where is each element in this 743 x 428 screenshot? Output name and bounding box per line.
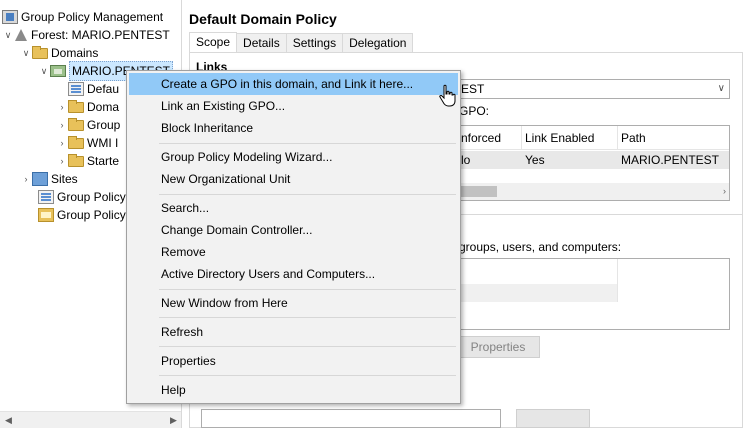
tree-item-label: Starte xyxy=(87,154,120,168)
menu-separator xyxy=(159,194,456,195)
tree-item-label: Group Policy xyxy=(57,208,126,222)
gpo-links-label: GPO: xyxy=(459,104,490,118)
menu-separator xyxy=(159,143,456,144)
menu-separator xyxy=(159,346,456,347)
chevron-down-icon[interactable]: ∨ xyxy=(718,80,725,98)
open-button[interactable] xyxy=(516,409,590,428)
menu-item-properties[interactable]: Properties xyxy=(129,350,458,372)
properties-button[interactable]: Properties xyxy=(456,336,540,358)
dropdown-value: EST xyxy=(461,82,485,96)
folder-icon xyxy=(68,154,84,167)
results-icon xyxy=(38,208,54,222)
tree-item-child[interactable]: › WMI I xyxy=(56,134,118,152)
tree-item-child[interactable]: › Group xyxy=(56,116,120,134)
mouse-cursor-icon xyxy=(439,84,456,107)
tree-item-label: Group Policy Management xyxy=(21,10,164,24)
tree-item-label: Sites xyxy=(51,172,78,186)
scroll-left-icon[interactable]: ◀ xyxy=(0,412,17,428)
menu-item-link-existing-gpo[interactable]: Link an Existing GPO... xyxy=(129,95,458,117)
scroll-right-icon[interactable]: ▶ xyxy=(165,412,181,428)
menu-item-remove[interactable]: Remove xyxy=(129,241,458,263)
table-cell: Yes xyxy=(525,153,545,167)
menu-item-search[interactable]: Search... xyxy=(129,197,458,219)
column-header[interactable]: Path xyxy=(617,126,646,150)
table-cell: MARIO.PENTEST xyxy=(621,153,720,167)
chevron-right-icon[interactable]: › xyxy=(20,170,32,188)
location-dropdown[interactable]: EST ∨ xyxy=(456,79,730,99)
chevron-right-icon[interactable]: › xyxy=(56,116,68,134)
tree-item-child[interactable]: › Starte xyxy=(56,152,119,170)
menu-item-block-inheritance[interactable]: Block Inheritance xyxy=(129,117,458,139)
grid-header: nforced Link Enabled Path xyxy=(457,126,729,150)
chevron-right-icon[interactable]: › xyxy=(56,152,68,170)
menu-separator xyxy=(159,317,456,318)
menu-item-refresh[interactable]: Refresh xyxy=(129,321,458,343)
tree-item-gpm-root[interactable]: Group Policy Management xyxy=(2,8,163,26)
chevron-right-icon[interactable]: › xyxy=(56,134,68,152)
forest-icon xyxy=(14,28,28,42)
gpm-window: Group Policy Management ∨ Forest: MARIO.… xyxy=(0,0,743,428)
tree-item-label: Group xyxy=(87,118,121,132)
tab-settings[interactable]: Settings xyxy=(285,33,344,53)
tree-item-child[interactable]: › Doma xyxy=(56,98,119,116)
chevron-right-icon[interactable]: › xyxy=(56,98,68,116)
list-item[interactable] xyxy=(457,284,617,302)
links-grid[interactable]: nforced Link Enabled Path lo Yes MARIO.P… xyxy=(456,125,730,201)
tree-item-forest[interactable]: ∨ Forest: MARIO.PENTEST xyxy=(2,26,170,44)
group-policy-management-icon xyxy=(2,10,18,24)
column-header[interactable]: Link Enabled xyxy=(521,126,594,150)
tree-item-label: Domains xyxy=(51,46,99,60)
modeling-icon xyxy=(38,190,54,204)
tree-item-label: Defau xyxy=(87,82,120,96)
tree-item-domains[interactable]: ∨ Domains xyxy=(20,44,98,62)
tree-item-label: Forest: MARIO.PENTEST xyxy=(31,28,170,42)
menu-separator xyxy=(159,289,456,290)
chevron-down-icon[interactable]: ∨ xyxy=(20,44,32,62)
column-header[interactable]: nforced xyxy=(457,126,501,150)
scroll-right-icon[interactable]: › xyxy=(723,183,726,200)
menu-item-new-window[interactable]: New Window from Here xyxy=(129,292,458,314)
tree-item-sites[interactable]: › Sites xyxy=(20,170,78,188)
domain-icon xyxy=(50,65,66,77)
tree-item-label: WMI I xyxy=(87,136,119,150)
tab-delegation[interactable]: Delegation xyxy=(342,33,414,53)
tree-item-child[interactable]: Defau xyxy=(68,80,119,98)
tab-strip: Scope Details Settings Delegation xyxy=(189,32,414,53)
wmi-filter-dropdown[interactable] xyxy=(201,409,501,428)
menu-separator xyxy=(159,375,456,376)
sites-icon xyxy=(32,172,48,186)
menu-item-new-ou[interactable]: New Organizational Unit xyxy=(129,168,458,190)
gpo-link-icon xyxy=(68,82,84,96)
chevron-down-icon[interactable]: ∨ xyxy=(2,26,14,44)
page-title: Default Domain Policy xyxy=(189,11,337,27)
menu-item-create-gpo[interactable]: Create a GPO in this domain, and Link it… xyxy=(129,73,458,95)
security-filtering-list[interactable] xyxy=(456,258,730,330)
tab-details[interactable]: Details xyxy=(236,33,287,53)
tree-item-label: Doma xyxy=(87,100,120,114)
column-divider xyxy=(617,259,618,302)
tab-scope[interactable]: Scope xyxy=(189,32,238,53)
folder-icon xyxy=(68,118,84,131)
security-filtering-label: groups, users, and computers: xyxy=(459,240,622,254)
folder-icon xyxy=(32,46,48,59)
table-row[interactable]: lo Yes MARIO.PENTEST xyxy=(457,151,729,169)
tree-item-gp-results[interactable]: Group Policy xyxy=(38,206,126,224)
tree-item-gp-modeling[interactable]: Group Policy xyxy=(38,188,126,206)
folder-icon xyxy=(68,136,84,149)
scroll-thumb[interactable] xyxy=(457,186,497,197)
menu-item-modeling-wizard[interactable]: Group Policy Modeling Wizard... xyxy=(129,146,458,168)
tree-item-label: Group Policy xyxy=(57,190,126,204)
grid-horizontal-scrollbar[interactable]: › xyxy=(457,183,729,200)
tree-horizontal-scrollbar[interactable]: ◀ ▶ xyxy=(0,411,181,428)
chevron-down-icon[interactable]: ∨ xyxy=(38,62,50,80)
menu-item-change-dc[interactable]: Change Domain Controller... xyxy=(129,219,458,241)
menu-item-help[interactable]: Help xyxy=(129,379,458,401)
ou-folder-icon xyxy=(68,100,84,113)
context-menu: Create a GPO in this domain, and Link it… xyxy=(126,70,461,404)
menu-item-aduc[interactable]: Active Directory Users and Computers... xyxy=(129,263,458,285)
